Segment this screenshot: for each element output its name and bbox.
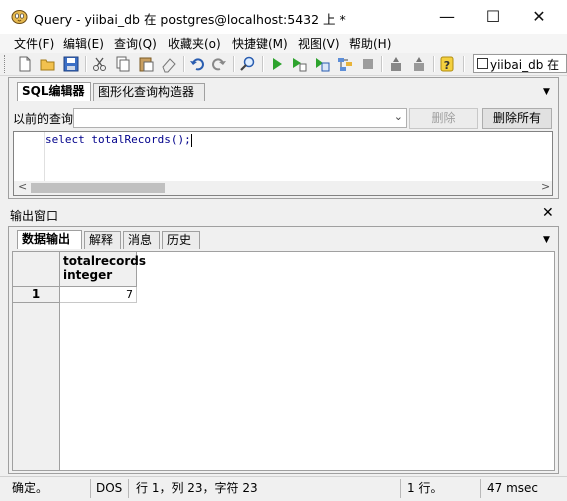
previous-queries-label: 以前的查询 [13,112,74,126]
scroll-right-icon[interactable]: > [541,180,550,193]
menu-help[interactable]: 帮助(H) [349,35,391,52]
database-label: yiibai_db 在 [490,58,560,72]
output-window-header: 输出窗口 ✕ [0,205,567,225]
menu-macros[interactable]: 快捷键(M) [232,35,288,52]
pgadmin-elephant-icon [11,10,28,24]
tab-messages[interactable]: 消息 [123,231,160,249]
eraser-icon[interactable] [160,55,178,73]
status-state: 确定。 [12,481,49,495]
maximize-button[interactable]: ☐ [470,0,516,34]
table-cell[interactable]: 7 [60,287,137,303]
execute-icon[interactable] [268,55,286,73]
delete-all-button[interactable]: 删除所有 [482,108,552,129]
sql-query-content: select totalRecords(); [45,133,191,146]
output-window-title: 输出窗口 [10,209,59,223]
data-grid: totalrecords integer 1 7 [12,251,555,471]
toolbar: ? yiibai_db 在 [0,53,567,76]
cut-icon[interactable] [91,55,109,73]
vacuum-icon[interactable] [387,55,405,73]
tab-history[interactable]: 历史 [162,231,200,249]
open-folder-icon[interactable] [39,55,57,73]
menu-edit[interactable]: 编辑(E) [63,35,104,52]
line-number-gutter [14,132,45,181]
status-row-count: 1 行。 [407,481,443,495]
scrollbar-thumb[interactable] [31,183,165,193]
find-icon[interactable] [239,55,257,73]
menu-view[interactable]: 视图(V) [298,35,340,52]
toolbar-grip[interactable] [4,55,8,73]
new-file-icon[interactable] [16,55,34,73]
sql-query-text[interactable]: select totalRecords(); [45,133,192,147]
database-checkbox[interactable] [477,58,488,69]
status-execution-time: 47 msec [487,481,539,495]
copy-icon[interactable] [114,55,132,73]
redo-icon[interactable] [210,55,228,73]
sql-text-area[interactable]: select totalRecords(); < > [13,131,553,196]
status-cursor-position: 行 1，列 23，字符 23 [136,481,258,495]
menu-file[interactable]: 文件(F) [14,35,54,52]
column-name: totalrecords [63,254,146,268]
paste-icon[interactable] [137,55,155,73]
scroll-left-icon[interactable]: < [18,180,27,193]
menu-bar: 文件(F) 编辑(E) 查询(Q) 收藏夹(o) 快捷键(M) 视图(V) 帮助… [0,34,567,53]
execute-to-file-icon[interactable] [290,55,308,73]
tab-graphical-query-builder[interactable]: 图形化查询构造器 [93,83,205,101]
delete-button[interactable]: 删除 [409,108,478,129]
close-button[interactable]: ✕ [516,0,562,34]
database-select[interactable]: yiibai_db 在 [473,54,567,73]
menu-favorites[interactable]: 收藏夹(o) [168,35,221,52]
chevron-down-icon[interactable]: ⌄ [394,110,403,123]
maintenance-icon[interactable] [410,55,428,73]
save-icon[interactable] [62,55,80,73]
explain-query-icon[interactable] [313,55,331,73]
title-bar: Query - yiibai_db 在 postgres@localhost:5… [0,0,567,35]
tab-data-output[interactable]: 数据输出 [17,230,82,249]
minimize-button[interactable]: — [424,0,470,34]
undo-icon[interactable] [188,55,206,73]
text-caret [190,133,192,147]
help-icon[interactable]: ? [438,55,456,73]
status-encoding: DOS [96,481,123,495]
column-type: integer [63,268,113,282]
explain-analyze-icon[interactable] [336,55,354,73]
output-tab-menu-arrow-icon[interactable]: ▼ [543,235,550,245]
horizontal-scrollbar[interactable]: < > [14,180,552,195]
status-bar: 确定。 DOS 行 1，列 23，字符 23 1 行。 47 msec [0,476,567,501]
column-header-totalrecords[interactable]: totalrecords integer [60,252,146,287]
grid-corner[interactable] [13,252,60,287]
row-header[interactable]: 1 [13,287,60,303]
svg-text:?: ? [444,59,450,72]
menu-query[interactable]: 查询(Q) [114,35,157,52]
tab-explain[interactable]: 解释 [84,231,121,249]
close-icon[interactable]: ✕ [542,205,554,221]
row-header-strip [13,303,60,470]
cancel-query-icon[interactable] [359,55,377,73]
tab-sql-editor[interactable]: SQL编辑器 [17,82,91,101]
editor-tab-menu-arrow-icon[interactable]: ▼ [543,87,550,97]
previous-queries-dropdown[interactable]: ⌄ [73,108,407,128]
window-title: Query - yiibai_db 在 postgres@localhost:5… [34,12,346,27]
